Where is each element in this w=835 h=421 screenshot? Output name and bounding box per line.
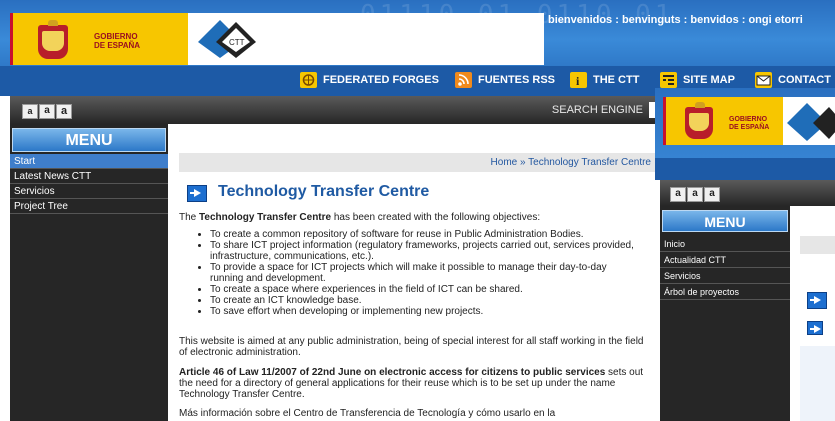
nav-label: FUENTES RSS — [478, 74, 556, 86]
sidebar-item-arbol[interactable]: Árbol de proyectos — [660, 284, 790, 300]
gov-line2: DE ESPAÑA — [729, 124, 770, 131]
overlay-toolbar: a a a — [660, 180, 835, 206]
intro-pre: The — [179, 212, 200, 223]
font-size-medium-button[interactable]: a — [39, 104, 55, 119]
overlay-content — [800, 206, 835, 421]
list-item: To create a common repository of softwar… — [210, 229, 640, 240]
rss-icon — [455, 72, 472, 88]
overlay-window: GOBIERNO DE ESPAÑA a a a MENU Inicio Act… — [655, 88, 835, 421]
menu-title: MENU — [12, 128, 166, 152]
overlay-gobierno-logo[interactable]: GOBIERNO DE ESPAÑA — [663, 97, 783, 145]
arrow-right-icon — [807, 321, 823, 335]
objectives-list: To create a common repository of softwar… — [200, 229, 640, 317]
page-title: Technology Transfer Centre — [218, 183, 430, 200]
svg-text:i: i — [576, 74, 580, 88]
mail-icon — [755, 72, 772, 88]
font-size-small-button[interactable]: a — [22, 104, 38, 119]
ctt-logo-area[interactable]: CTT — [188, 13, 544, 65]
overlay-panel — [800, 346, 835, 421]
breadcrumb[interactable]: Home » Technology Transfer Centre — [179, 153, 655, 172]
law-bold: Article 46 of Law 11/2007 of 22nd June o… — [179, 367, 606, 378]
flag-stripe — [10, 13, 13, 65]
overlay-header: GOBIERNO DE ESPAÑA — [655, 88, 835, 180]
sitemap-icon — [660, 72, 677, 88]
nav-label: SITE MAP — [683, 74, 735, 86]
toolbar: a a a SEARCH ENGINE — [10, 96, 655, 124]
list-item: To create a space where experiences in t… — [210, 284, 640, 295]
arrow-right-icon — [807, 292, 827, 309]
nav-federated-forges[interactable]: FEDERATED FORGES — [300, 72, 439, 88]
site-header: 01110 01 0110 01 GOBIERNO DE ESPAÑA CTT … — [0, 0, 835, 96]
gov-line2: DE ESPAÑA — [94, 41, 141, 50]
nav-fuentes-rss[interactable]: FUENTES RSS — [455, 72, 555, 88]
intro-paragraph: The Technology Transfer Centre has been … — [179, 212, 653, 223]
font-size-large-button[interactable]: a — [56, 104, 72, 119]
welcome-text: bienvenidos : benvinguts : benvidos : on… — [548, 14, 803, 26]
sidebar: MENU Start Latest News CTT Servicios Pro… — [10, 124, 168, 421]
nav-label: CONTACT — [778, 74, 831, 86]
more-info-paragraph: Más información sobre el Centro de Trans… — [179, 408, 556, 419]
nav-the-ctt[interactable]: i THE CTT — [570, 72, 639, 88]
sidebar-item-start[interactable]: Start — [10, 154, 168, 169]
gobierno-logo[interactable]: GOBIERNO DE ESPAÑA — [10, 13, 188, 65]
nav-label: FEDERATED FORGES — [323, 74, 439, 86]
ctt-logo-text: CTT — [229, 38, 245, 47]
intro-bold: Technology Transfer Centre — [199, 212, 332, 223]
coat-of-arms-icon — [38, 20, 68, 59]
font-size-medium-button[interactable]: a — [687, 187, 703, 202]
sidebar-item-servicios[interactable]: Servicios — [660, 268, 790, 284]
nav-contact[interactable]: CONTACT — [755, 72, 831, 88]
search-label: SEARCH ENGINE — [551, 104, 643, 116]
overlay-sidebar: MENU Inicio Actualidad CTT Servicios Árb… — [660, 206, 790, 421]
nav-site-map[interactable]: SITE MAP — [660, 72, 735, 88]
overlay-nav — [655, 158, 835, 180]
font-size-small-button[interactable]: a — [670, 187, 686, 202]
main-content: Home » Technology Transfer Centre Techno… — [170, 124, 655, 421]
audience-paragraph: This website is aimed at any public admi… — [179, 336, 644, 358]
menu-title: MENU — [662, 210, 788, 232]
law-paragraph: Article 46 of Law 11/2007 of 22nd June o… — [179, 367, 653, 400]
info-icon: i — [570, 72, 587, 88]
coat-of-arms-icon — [685, 102, 713, 139]
ctt-logo-icon — [787, 103, 835, 141]
sidebar-item-actualidad[interactable]: Actualidad CTT — [660, 252, 790, 268]
sidebar-item-servicios[interactable]: Servicios — [10, 184, 168, 199]
sidebar-item-latest-news[interactable]: Latest News CTT — [10, 169, 168, 184]
globe-icon — [300, 72, 317, 88]
ctt-logo-icon: CTT — [198, 20, 256, 58]
nav-label: THE CTT — [593, 74, 640, 86]
sidebar-item-inicio[interactable]: Inicio — [660, 236, 790, 252]
font-size-large-button[interactable]: a — [704, 187, 720, 202]
list-item: To save effort when developing or implem… — [210, 306, 640, 317]
flag-stripe — [663, 97, 666, 145]
overlay-ctt-logo[interactable] — [783, 97, 835, 145]
sidebar-item-project-tree[interactable]: Project Tree — [10, 199, 168, 214]
list-item: To share ICT project information (regula… — [210, 240, 640, 262]
list-item: To create an ICT knowledge base. — [210, 295, 640, 306]
arrow-right-icon — [187, 185, 207, 202]
overlay-breadcrumb — [800, 236, 835, 254]
intro-post: has been created with the following obje… — [331, 212, 541, 223]
list-item: To provide a space for ICT projects whic… — [210, 262, 640, 284]
